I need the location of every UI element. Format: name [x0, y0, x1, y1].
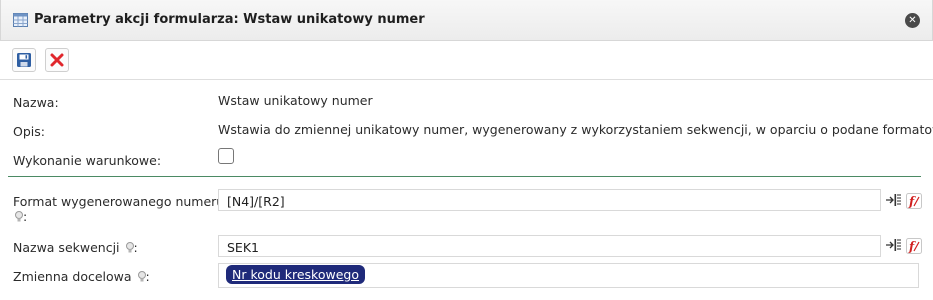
format-label-line2: : [13, 209, 27, 225]
function-icon[interactable]: f [906, 238, 922, 257]
format-input[interactable]: [N4]/[R2] [218, 189, 881, 211]
save-button[interactable] [12, 48, 36, 72]
format-field-tools: f [886, 193, 922, 209]
table-icon [13, 13, 28, 27]
dialog-titlebar: Parametry akcji formularza: Wstaw unikat… [0, 0, 933, 41]
sequence-label-text: Nazwa sekwencji [13, 240, 120, 255]
conditional-checkbox[interactable] [218, 148, 234, 164]
target-label-suffix: : [145, 269, 150, 284]
section-divider [8, 176, 921, 177]
conditional-label: Wykonanie warunkowe: [13, 153, 162, 168]
name-label: Nazwa: [13, 95, 59, 110]
lightbulb-icon [15, 210, 23, 225]
insert-variable-icon[interactable] [886, 193, 902, 210]
target-variable-tag[interactable]: Nr kodu kreskowego [226, 265, 365, 284]
lightbulb-icon [125, 241, 134, 256]
close-icon[interactable]: ✕ [905, 13, 920, 28]
description-value: Wstawia do zmiennej unikatowy numer, wyg… [218, 122, 933, 137]
delete-button[interactable] [45, 48, 69, 72]
format-label-suffix: : [23, 209, 28, 224]
sequence-input[interactable]: SEK1 [218, 235, 881, 257]
dialog-title: Parametry akcji formularza: Wstaw unikat… [34, 12, 425, 27]
target-label: Zmienna docelowa : [13, 269, 150, 285]
save-icon [17, 53, 31, 67]
lightbulb-icon [137, 270, 146, 285]
format-label: Format wygenerowanego numeru [13, 194, 224, 209]
toolbar [0, 41, 933, 80]
function-icon[interactable]: f [906, 193, 922, 212]
delete-icon [50, 53, 64, 67]
target-label-text: Zmienna docelowa [13, 269, 132, 284]
action-parameters-dialog: Parametry akcji formularza: Wstaw unikat… [0, 0, 933, 300]
sequence-label-suffix: : [133, 240, 138, 255]
format-label-text: Format wygenerowanego numeru [13, 194, 225, 209]
insert-variable-icon[interactable] [886, 238, 902, 255]
description-label: Opis: [13, 124, 45, 139]
sequence-field-tools: f [886, 238, 922, 254]
name-value: Wstaw unikatowy numer [218, 93, 373, 108]
sequence-label: Nazwa sekwencji : [13, 240, 138, 256]
